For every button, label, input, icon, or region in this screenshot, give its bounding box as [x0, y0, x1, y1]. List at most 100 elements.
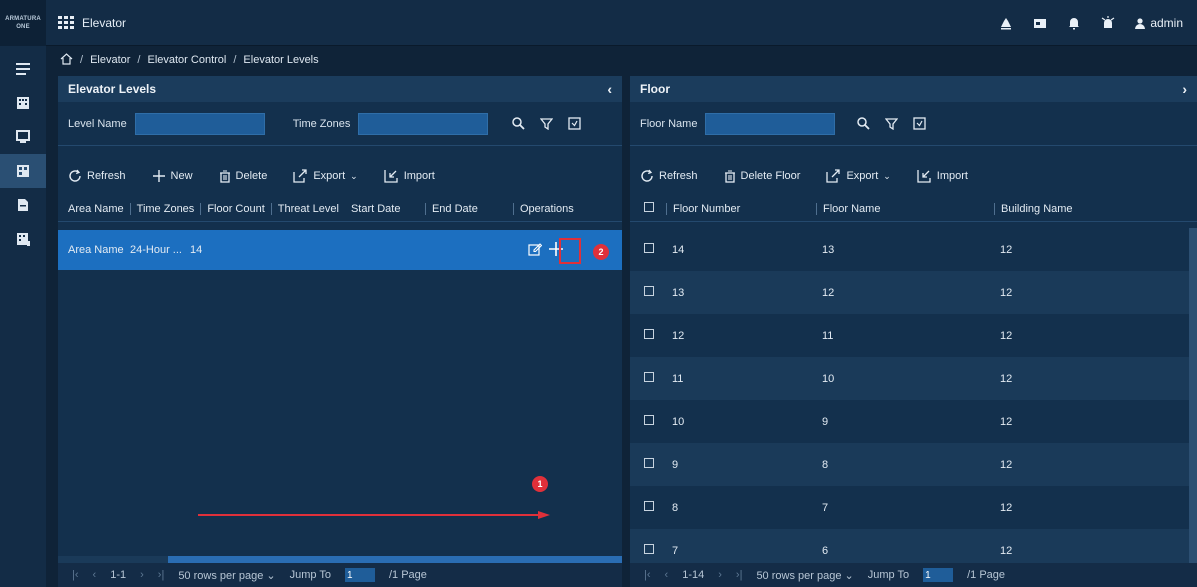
- column-threat-level[interactable]: Threat Level: [270, 202, 345, 215]
- card-icon[interactable]: [1032, 15, 1048, 31]
- cell-floor-name: 12: [822, 286, 835, 299]
- apps-grid-icon[interactable]: [58, 15, 74, 30]
- table-row[interactable]: Area Name 24-Hour ... 14: [58, 230, 622, 270]
- next-page-button[interactable]: ›: [718, 569, 722, 581]
- prev-page-button[interactable]: ‹: [93, 569, 97, 581]
- new-button[interactable]: New: [152, 169, 193, 183]
- refresh-button[interactable]: Refresh: [68, 169, 126, 183]
- row-checkbox[interactable]: [630, 415, 672, 428]
- user-icon: [1135, 17, 1146, 29]
- select-all-checkbox[interactable]: [630, 202, 666, 215]
- breadcrumb-separator: /: [233, 54, 237, 66]
- notification-icon[interactable]: [1066, 15, 1082, 31]
- refresh-icon: [68, 169, 82, 183]
- level-name-input[interactable]: [134, 112, 265, 135]
- menu-icon[interactable]: [0, 52, 46, 86]
- monitor-icon[interactable]: [0, 120, 46, 154]
- trash-icon: [219, 169, 231, 183]
- floor-icon[interactable]: [0, 222, 46, 256]
- rows-per-page-select[interactable]: 50 rows per page ⌄: [178, 569, 275, 582]
- rows-per-page-select[interactable]: 50 rows per page ⌄: [756, 569, 853, 582]
- save-filter-icon[interactable]: [909, 114, 929, 134]
- elevator-levels-panel: Elevator Levels ‹ Level Name Time Zones …: [58, 76, 622, 587]
- vertical-scrollbar[interactable]: [1189, 228, 1197, 568]
- column-floor-name[interactable]: Floor Name: [816, 202, 994, 215]
- page-range: 1-1: [110, 569, 127, 581]
- cell-building-name: 12: [1000, 458, 1013, 471]
- cell-building-name: 12: [1000, 544, 1013, 557]
- table-row[interactable]: 14 13 12: [630, 228, 1197, 271]
- breadcrumb: / Elevator / Elevator Control / Elevator…: [46, 46, 1197, 74]
- delete-button[interactable]: Delete: [219, 169, 267, 183]
- first-page-button[interactable]: |‹: [72, 569, 79, 581]
- export-button[interactable]: Export ⌄: [293, 169, 358, 183]
- table-row[interactable]: 9 8 12: [630, 443, 1197, 486]
- expand-button[interactable]: ›: [1182, 81, 1187, 97]
- refresh-button[interactable]: Refresh: [640, 169, 698, 183]
- time-zones-input[interactable]: [358, 112, 489, 135]
- column-area-name[interactable]: Area Name: [58, 203, 130, 215]
- table-row[interactable]: 13 12 12: [630, 271, 1197, 314]
- breadcrumb-item-elevator[interactable]: Elevator: [90, 54, 130, 66]
- toolbar: Refresh Delete Floor Export ⌄ Import: [630, 156, 1197, 196]
- save-filter-icon[interactable]: [564, 114, 584, 134]
- column-end-date[interactable]: End Date: [424, 202, 513, 215]
- last-page-button[interactable]: ›|: [158, 569, 165, 581]
- next-page-button[interactable]: ›: [140, 569, 144, 581]
- table-row[interactable]: 12 11 12: [630, 314, 1197, 357]
- time-zones-label: Time Zones: [292, 117, 351, 130]
- row-checkbox[interactable]: [630, 544, 672, 557]
- floor-panel: Floor › Floor Name Refresh Delete Floor …: [630, 76, 1197, 587]
- brand-logo[interactable]: ARMATURA ONE: [0, 0, 46, 46]
- page-number-input[interactable]: [923, 568, 954, 582]
- search-icon[interactable]: [853, 114, 873, 134]
- bell-alarm-icon[interactable]: [998, 15, 1014, 31]
- search-icon[interactable]: [508, 114, 528, 134]
- edit-icon[interactable]: [528, 242, 543, 259]
- cell-time-zones: 24-Hour ...: [130, 244, 182, 256]
- column-floor-count[interactable]: Floor Count: [200, 202, 270, 215]
- collapse-button[interactable]: ‹: [607, 81, 612, 97]
- row-checkbox[interactable]: [630, 501, 672, 514]
- column-floor-number[interactable]: Floor Number: [666, 202, 816, 215]
- cell-floor-name: 7: [822, 501, 829, 514]
- column-time-zones[interactable]: Time Zones: [129, 202, 201, 215]
- page-range: 1-14: [682, 569, 705, 581]
- report-icon[interactable]: [0, 188, 46, 222]
- prev-page-button[interactable]: ‹: [665, 569, 669, 581]
- row-checkbox[interactable]: [630, 243, 672, 256]
- row-checkbox[interactable]: [630, 286, 672, 299]
- import-button[interactable]: Import: [384, 169, 435, 183]
- trash-icon: [724, 169, 736, 183]
- column-operations[interactable]: Operations: [512, 202, 580, 215]
- horizontal-scrollbar[interactable]: [58, 556, 622, 563]
- table-row[interactable]: 10 9 12: [630, 400, 1197, 443]
- import-icon: [384, 169, 399, 183]
- row-checkbox[interactable]: [630, 458, 672, 471]
- table-row[interactable]: 11 10 12: [630, 357, 1197, 400]
- floor-name-label: Floor Name: [640, 117, 698, 130]
- row-checkbox[interactable]: [630, 372, 672, 385]
- alarm-icon[interactable]: [1100, 15, 1116, 31]
- last-page-button[interactable]: ›|: [736, 569, 743, 581]
- panel-title: Floor: [640, 82, 670, 96]
- elevator-icon[interactable]: [0, 154, 46, 188]
- cell-building-name: 12: [1000, 372, 1013, 385]
- table-row[interactable]: 8 7 12: [630, 486, 1197, 529]
- delete-floor-button[interactable]: Delete Floor: [724, 169, 800, 183]
- user-menu[interactable]: admin: [1134, 16, 1183, 30]
- clear-filter-icon[interactable]: [536, 114, 556, 134]
- floor-name-input[interactable]: [705, 112, 836, 135]
- export-button[interactable]: Export ⌄: [826, 169, 891, 183]
- building-icon[interactable]: [0, 86, 46, 120]
- first-page-button[interactable]: |‹: [644, 569, 651, 581]
- page-number-input[interactable]: [344, 568, 375, 582]
- breadcrumb-item-elevator-control[interactable]: Elevator Control: [147, 54, 226, 66]
- column-building-name[interactable]: Building Name: [994, 202, 1079, 215]
- clear-filter-icon[interactable]: [881, 114, 901, 134]
- home-icon[interactable]: [60, 52, 73, 68]
- row-checkbox[interactable]: [630, 329, 672, 342]
- cell-floor-name: 13: [822, 243, 835, 256]
- import-button[interactable]: Import: [917, 169, 968, 183]
- column-start-date[interactable]: Start Date: [345, 203, 425, 215]
